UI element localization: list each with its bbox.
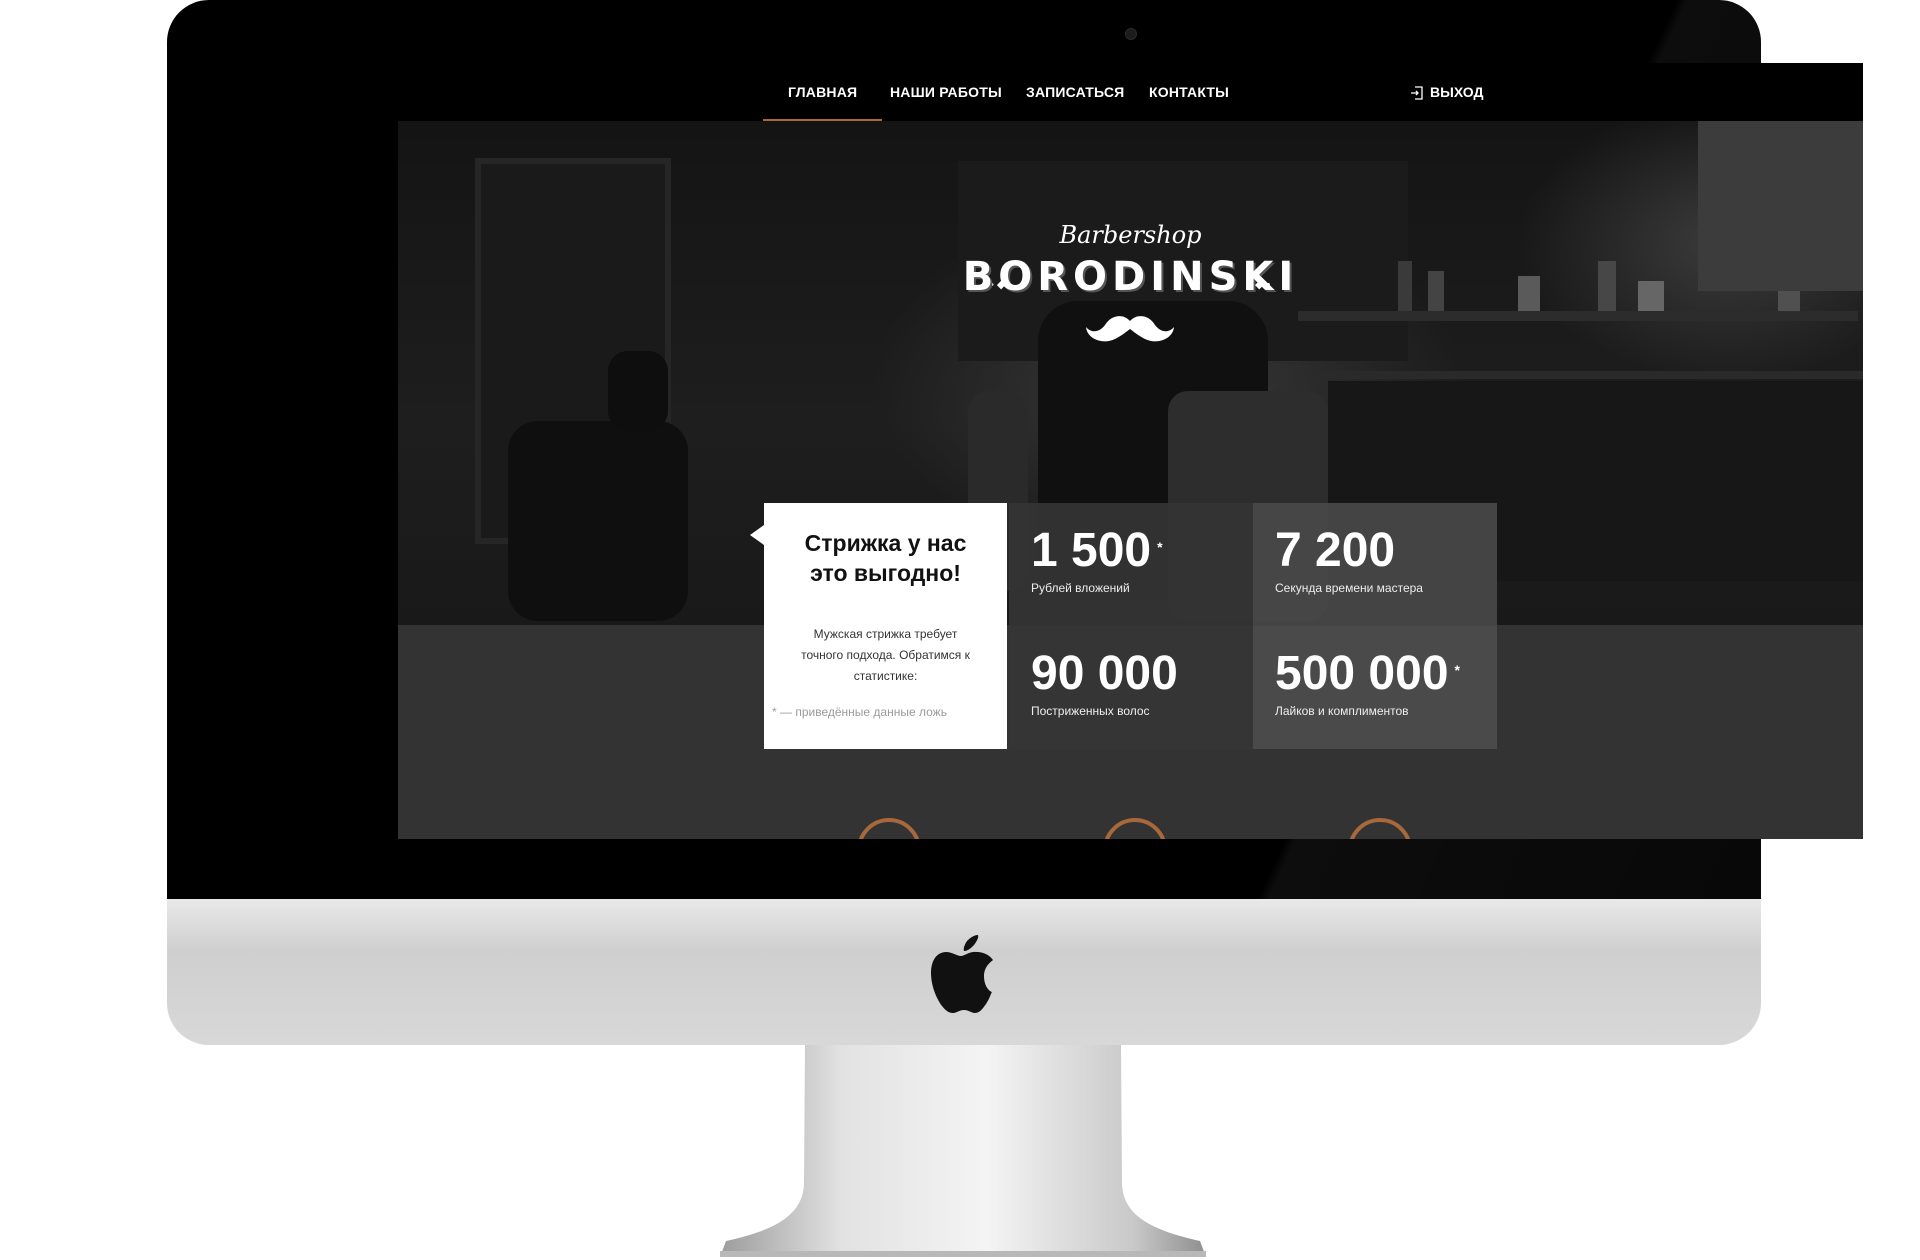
logout-button[interactable]: ВЫХОД [1410,63,1483,121]
nav-item-booking[interactable]: ЗАПИСАТЬСЯ [1026,63,1124,121]
mustache-icon [1086,316,1174,342]
intro-text: Мужская стрижка требует точного подхода.… [778,624,993,687]
service-icon [1103,818,1167,839]
stat-label: Постриженных волос [1031,704,1150,718]
apple-logo-icon [931,935,993,1013]
intro-text-line1: Мужская стрижка требует [813,627,958,641]
stat-label: Лайков и комплиментов [1275,704,1409,718]
stat-tile: 1 500 * Рублей вложений [1009,503,1253,626]
nav-item-contacts[interactable]: КОНТАКТЫ [1149,63,1229,121]
service-icon [1348,818,1412,839]
camera-icon [1125,28,1137,40]
stat-mark: * [1454,662,1460,678]
nav-item-works[interactable]: НАШИ РАБОТЫ [890,63,1002,121]
brand-script: Barbershop [1059,221,1202,249]
logout-icon [1411,86,1423,100]
intro-title-line2: это выгодно! [810,560,961,586]
stat-value: 7 200 [1275,524,1396,577]
service-icon [857,818,921,839]
intro-title: Стрижка у нас это выгодно! [764,528,1007,588]
monitor-bezel: Barbershop • ◆ BORODINSKI ◆ • ГЛАВНАЯ НА… [167,0,1863,899]
monitor-stand [720,1045,1206,1257]
stat-value: 1 500 * [1031,524,1163,577]
logout-label: ВЫХОД [1430,84,1484,100]
stat-tile: 90 000 Постриженных волос [1009,626,1253,749]
top-navigation: ГЛАВНАЯ НАШИ РАБОТЫ ЗАПИСАТЬСЯ КОНТАКТЫ … [398,63,1863,121]
stat-mark: * [1157,539,1163,555]
intro-footnote: * — приведённые данные ложь [772,705,947,719]
intro-text-line2: точного подхода. Обратимся к [801,648,970,662]
intro-title-line1: Стрижка у нас [804,530,967,556]
brand-name: BORODINSKI [962,254,1299,300]
intro-text-line3: статистике: [853,669,918,683]
stat-label: Секунда времени мастера [1275,581,1423,595]
intro-card: Стрижка у нас это выгодно! Мужская стриж… [750,503,1007,749]
stat-tile: 7 200 Секунда времени мастера [1253,503,1497,626]
brand-ornament-right: ◆ • [1255,279,1271,291]
website-screen: Barbershop • ◆ BORODINSKI ◆ • ГЛАВНАЯ НА… [398,63,1863,839]
stat-value: 90 000 [1031,647,1178,700]
stat-label: Рублей вложений [1031,581,1130,595]
nav-item-home[interactable]: ГЛАВНАЯ [762,63,883,121]
stat-tile: 500 000 * Лайков и комплиментов [1253,626,1497,749]
stat-value: 500 000 * [1275,647,1460,700]
